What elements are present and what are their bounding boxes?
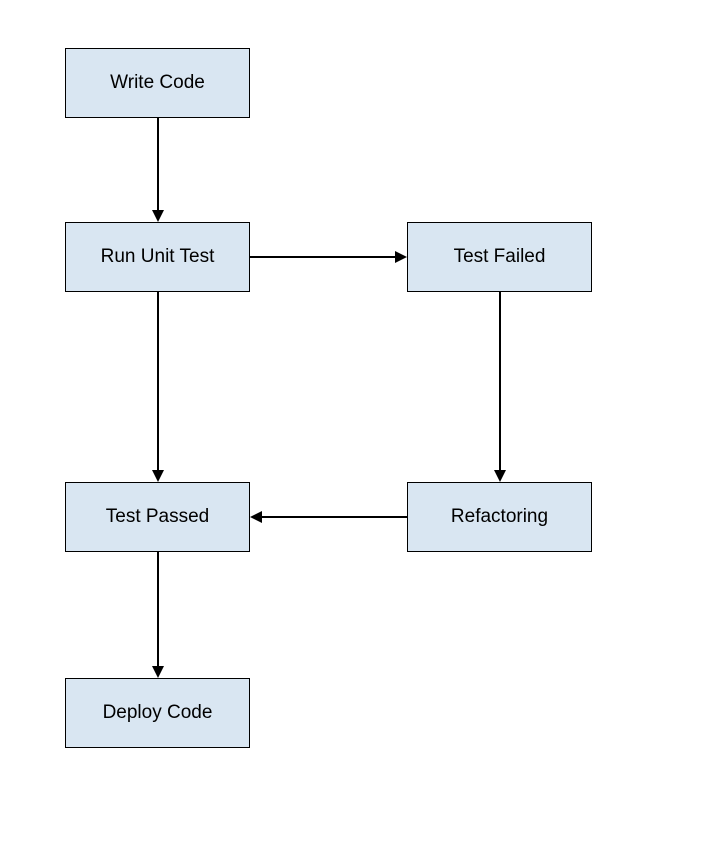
node-label: Run Unit Test <box>101 246 215 268</box>
arrowhead-icon <box>152 666 164 678</box>
node-test-failed: Test Failed <box>407 222 592 292</box>
arrowhead-icon <box>395 251 407 263</box>
edge-testfailed-refactoring <box>499 292 501 470</box>
edge-testpassed-deploycode <box>157 552 159 666</box>
edge-writecode-rununittest <box>157 118 159 210</box>
node-label: Refactoring <box>451 506 548 528</box>
node-refactoring: Refactoring <box>407 482 592 552</box>
node-label: Test Failed <box>454 246 546 268</box>
node-test-passed: Test Passed <box>65 482 250 552</box>
node-label: Deploy Code <box>103 702 213 724</box>
arrowhead-icon <box>152 210 164 222</box>
node-run-unit-test: Run Unit Test <box>65 222 250 292</box>
edge-rununittest-testfailed <box>250 256 395 258</box>
edge-rununittest-testpassed <box>157 292 159 470</box>
node-label: Write Code <box>110 72 205 94</box>
arrowhead-icon <box>250 511 262 523</box>
arrowhead-icon <box>494 470 506 482</box>
arrowhead-icon <box>152 470 164 482</box>
node-deploy-code: Deploy Code <box>65 678 250 748</box>
node-write-code: Write Code <box>65 48 250 118</box>
node-label: Test Passed <box>106 506 210 528</box>
edge-refactoring-testpassed <box>262 516 407 518</box>
